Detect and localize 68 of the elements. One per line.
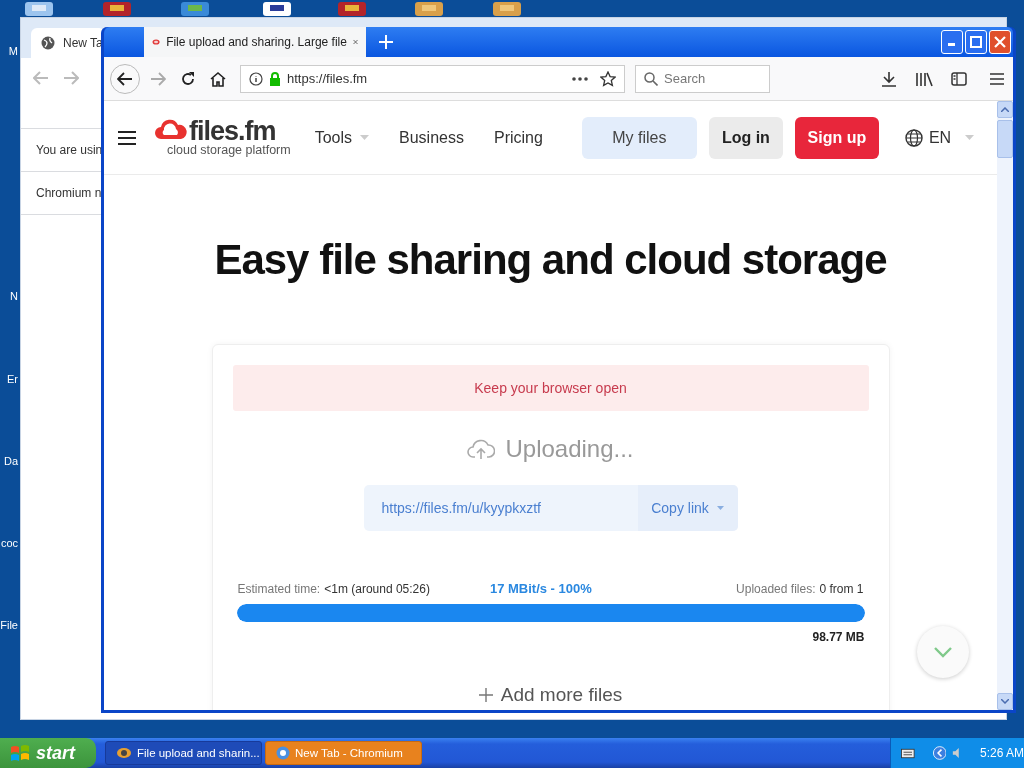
caret-icon xyxy=(360,135,370,140)
desktop-icon-label: N xyxy=(9,290,18,302)
star-icon[interactable] xyxy=(600,70,616,87)
upload-speed: 17 MBit/s - 100% xyxy=(489,581,592,596)
desktop-icon-label: File xyxy=(0,619,18,631)
desktop-icon-label: coc xyxy=(0,537,18,549)
my-files-button[interactable]: My files xyxy=(581,116,697,159)
chevron-up-icon[interactable] xyxy=(1001,107,1009,112)
notice-banner: Keep your browser open xyxy=(232,365,869,411)
browser-tab[interactable]: File upload and sharing. Large file xyxy=(144,27,366,57)
chevron-down-icon xyxy=(933,646,953,658)
search-input[interactable]: Search xyxy=(664,71,754,86)
download-icon[interactable] xyxy=(881,70,897,87)
scrollbar-thumb[interactable] xyxy=(997,120,1013,158)
signup-button[interactable]: Sign up xyxy=(794,116,879,159)
clock: 5:26 AM xyxy=(979,746,1024,760)
info-icon[interactable] xyxy=(249,71,263,86)
browser-icon xyxy=(276,746,290,760)
chevron-left-icon[interactable] xyxy=(932,745,947,761)
uploaded-files-label: Uploaded files: xyxy=(736,581,816,596)
language-selector[interactable]: EN xyxy=(904,128,975,147)
maximize-button[interactable] xyxy=(965,30,987,54)
sidebar-icon[interactable] xyxy=(951,71,967,86)
reload-icon[interactable] xyxy=(180,70,196,87)
search-icon xyxy=(644,71,658,86)
scrollbar[interactable] xyxy=(997,101,1013,710)
estimated-time-value: <1m (around 05:26) xyxy=(324,581,430,596)
add-more-files-button[interactable]: Add more files xyxy=(232,684,869,706)
info-text: You are usin xyxy=(36,143,103,157)
plus-icon[interactable] xyxy=(378,34,394,50)
menu-icon[interactable] xyxy=(118,129,136,146)
desktop-icon-label: Er xyxy=(6,373,18,385)
close-icon[interactable] xyxy=(352,37,358,47)
caret-icon xyxy=(716,506,724,510)
close-button[interactable] xyxy=(989,30,1011,54)
page-heading: Easy file sharing and cloud storage xyxy=(213,235,888,285)
desktop-icon-label: M xyxy=(7,45,18,57)
maximize-icon xyxy=(970,36,982,48)
info-text: Chromium n xyxy=(36,186,102,200)
keyboard-icon[interactable] xyxy=(901,747,915,759)
upload-status: Uploading... xyxy=(505,435,634,463)
more-icon[interactable] xyxy=(572,76,588,81)
caret-icon xyxy=(965,135,975,140)
desktop-icon-label: Da xyxy=(2,455,18,467)
file-size: 98.77 MB xyxy=(812,630,865,644)
login-button[interactable]: Log in xyxy=(708,116,783,159)
copy-link-button[interactable]: Copy link xyxy=(637,485,738,531)
address-bar[interactable]: https://files.fm xyxy=(240,64,625,93)
uploaded-files-value: 0 from 1 xyxy=(819,581,864,596)
home-icon[interactable] xyxy=(210,70,226,87)
link-field[interactable]: https://files.fm/u/kyypkxztf Copy link xyxy=(363,485,738,531)
library-icon[interactable] xyxy=(915,70,933,87)
logo[interactable]: files.fm cloud storage platform xyxy=(155,118,291,157)
nav-link[interactable]: Pricing xyxy=(493,128,543,147)
minimize-button[interactable] xyxy=(941,30,963,54)
search-field[interactable]: Search xyxy=(635,64,770,93)
estimated-time-label: Estimated time: xyxy=(237,581,321,596)
lock-icon xyxy=(269,71,281,86)
nav-link[interactable]: Business xyxy=(399,128,464,147)
plus-icon xyxy=(478,688,493,702)
close-icon xyxy=(994,36,1006,48)
taskbar-button[interactable]: File upload and sharin... xyxy=(105,741,262,765)
back-arrow-icon xyxy=(117,71,133,86)
nav-link[interactable]: Tools xyxy=(314,128,370,147)
cloud-upload-icon xyxy=(467,438,496,460)
windows-logo xyxy=(10,744,30,762)
chevron-down-icon[interactable] xyxy=(1001,699,1009,704)
app-icon xyxy=(116,746,132,760)
